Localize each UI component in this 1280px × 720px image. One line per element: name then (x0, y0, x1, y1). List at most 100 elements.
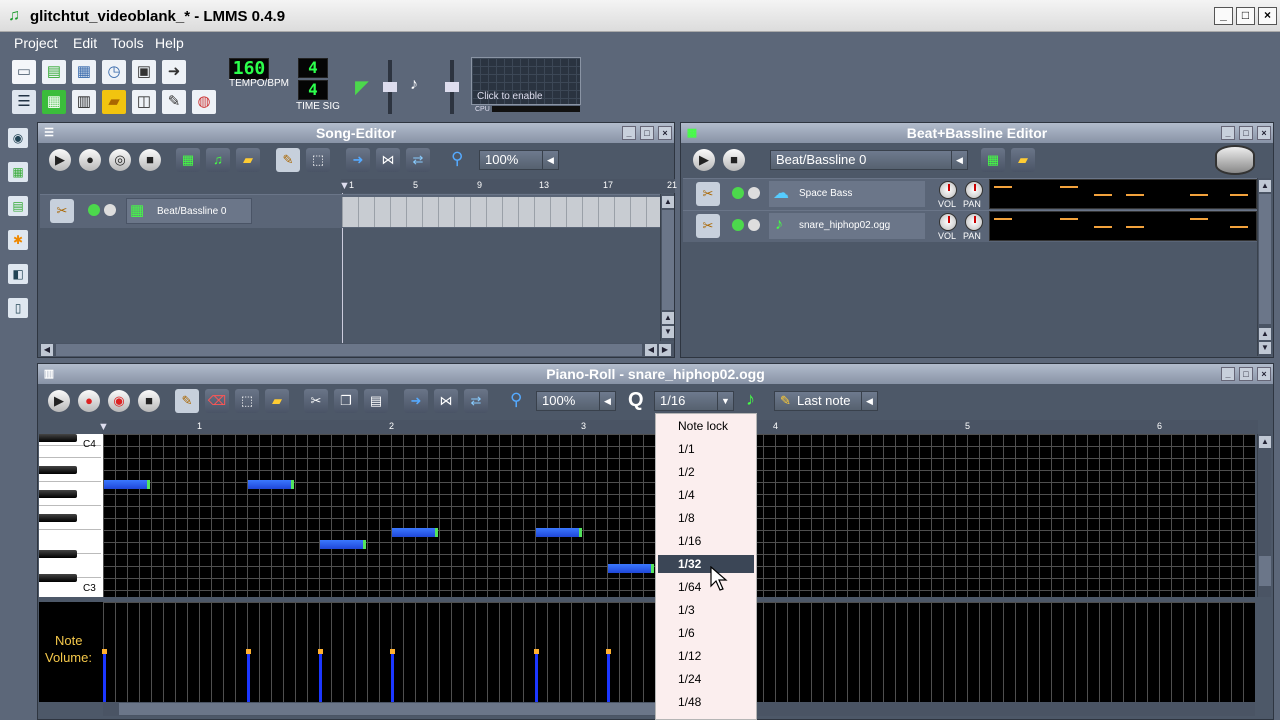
song-editor-maximize[interactable]: □ (640, 126, 654, 140)
bb-track1-pan-knob[interactable] (965, 181, 983, 199)
song-hscroll-handle[interactable] (56, 344, 642, 356)
song-stop-button[interactable]: ■ (139, 149, 161, 171)
playback-position-button[interactable]: ⇄ (406, 148, 430, 172)
bb-track1-sequence[interactable] (989, 179, 1257, 209)
bb-editor-minimize[interactable]: _ (1221, 126, 1235, 140)
song-editor-close[interactable]: × (658, 126, 672, 140)
note-block[interactable] (248, 480, 294, 489)
quantize-select[interactable]: 1/16 ▼ (654, 391, 734, 411)
menu-edit[interactable]: Edit (73, 35, 97, 51)
bb-track2-vol-knob[interactable] (939, 213, 957, 231)
pr-paste-button[interactable]: ▤ (364, 389, 388, 413)
master-volume-handle[interactable] (383, 82, 397, 92)
my-projects-icon[interactable]: ◉ (8, 128, 28, 148)
quantize-option-1-6[interactable]: 1/6 (678, 626, 695, 640)
pr-draw-mode-button[interactable]: ✎ (175, 389, 199, 413)
menu-help[interactable]: Help (155, 35, 184, 51)
piano-black-key[interactable] (39, 490, 77, 498)
note-block[interactable] (392, 528, 438, 537)
bb-editor-icon[interactable]: ▦ (42, 90, 66, 114)
edit-mode-button[interactable]: ⬚ (306, 148, 330, 172)
quantize-option-1-64[interactable]: 1/64 (678, 580, 701, 594)
song-play-button[interactable]: ▶ (49, 149, 71, 171)
quantize-option-1-8[interactable]: 1/8 (678, 511, 695, 525)
track-name-button[interactable]: ▦ Beat/Bassline 0 (126, 198, 252, 224)
loop-points-button[interactable]: ⋈ (376, 148, 400, 172)
tempo-display[interactable]: 160 (229, 58, 269, 80)
pr-auto-scroll-button[interactable]: ➜ (404, 389, 428, 413)
track-mute-toggle[interactable] (88, 204, 100, 216)
piano-roll-icon[interactable]: ▥ (72, 90, 96, 114)
bb-stop-button[interactable]: ■ (723, 149, 745, 171)
controller-rack-icon[interactable]: ◍ (192, 90, 216, 114)
track-actions-icon[interactable]: ✂ (50, 199, 74, 223)
automation-editor-icon[interactable]: ▰ (102, 90, 126, 114)
piano-black-key[interactable] (39, 434, 77, 442)
volume-bar[interactable] (390, 649, 395, 702)
song-editor-icon[interactable]: ☰ (12, 90, 36, 114)
bb-track2-step[interactable] (1094, 226, 1112, 228)
song-record-button[interactable]: ● (79, 149, 101, 171)
bb-track1-step[interactable] (1060, 186, 1078, 188)
timesig-denominator[interactable]: 4 (298, 80, 328, 100)
export-project-icon[interactable]: ➜ (162, 60, 186, 84)
timesig-numerator[interactable]: 4 (298, 58, 328, 78)
piano-black-key[interactable] (39, 574, 77, 582)
song-scroll-up-icon[interactable]: ▲ (662, 196, 674, 208)
add-sample-track-button[interactable]: ♫ (206, 148, 230, 172)
quantize-option-1-24[interactable]: 1/24 (678, 672, 701, 686)
bb-track1-actions-icon[interactable]: ✂ (696, 182, 720, 206)
open-project-icon[interactable]: ▦ (72, 60, 96, 84)
pr-loop-button[interactable]: ⋈ (434, 389, 458, 413)
pr-vertical-scrollbar[interactable]: ▲ (1257, 434, 1271, 597)
minimize-button[interactable]: _ (1214, 7, 1233, 25)
song-scroll-right-icon[interactable]: ◀ (645, 344, 657, 356)
song-horizontal-scrollbar[interactable]: ◀ ◀ ▶ (40, 343, 674, 357)
pr-copy-button[interactable]: ❐ (334, 389, 358, 413)
master-pitch-handle[interactable] (445, 82, 459, 92)
note-block[interactable] (320, 540, 366, 549)
quantize-option-1-1[interactable]: 1/1 (678, 442, 695, 456)
song-vertical-scrollbar[interactable]: ▲ ▲ ▼ (660, 194, 674, 341)
track-solo-toggle[interactable] (104, 204, 116, 216)
note-length-select[interactable]: ✎ Last note ◀ (774, 391, 878, 411)
bb-play-button[interactable]: ▶ (693, 149, 715, 171)
draw-mode-button[interactable]: ✎ (276, 148, 300, 172)
bb-track1-vol-knob[interactable] (939, 181, 957, 199)
bb-track2-mute[interactable] (732, 219, 744, 231)
pr-stop-button[interactable]: ■ (138, 390, 160, 412)
song-record-play-button[interactable]: ◎ (109, 149, 131, 171)
bb-track2-step[interactable] (1126, 226, 1144, 228)
quantize-option-1-3[interactable]: 1/3 (678, 603, 695, 617)
song-scroll-down-icon[interactable]: ▼ (662, 326, 674, 338)
bb-scroll-up-icon[interactable]: ▲ (1259, 180, 1271, 192)
bb-track1-mute[interactable] (732, 187, 744, 199)
pr-record-button[interactable]: ● (78, 390, 100, 412)
bb-track2-actions-icon[interactable]: ✂ (696, 214, 720, 238)
quantize-option-1-16[interactable]: 1/16 (678, 534, 701, 548)
bb-track1-step[interactable] (994, 186, 1012, 188)
close-button[interactable]: × (1258, 7, 1277, 25)
piano-black-key[interactable] (39, 466, 77, 474)
quantize-dropdown[interactable]: Note lock 1/1 1/2 1/4 1/8 1/16 1/32 1/64… (655, 413, 757, 720)
piano-roll-close[interactable]: × (1257, 367, 1271, 381)
quantize-option-note-lock[interactable]: Note lock (678, 419, 728, 433)
menu-project[interactable]: Project (14, 35, 58, 51)
root-directory-icon[interactable]: ◧ (8, 264, 28, 284)
my-home-icon[interactable]: ✱ (8, 230, 28, 250)
bb-vertical-scrollbar[interactable]: ▲ ▲ ▼ (1257, 178, 1271, 356)
volume-bar[interactable] (318, 649, 323, 702)
my-presets-icon[interactable]: ▤ (8, 196, 28, 216)
bb-pattern-select[interactable]: Beat/Bassline 0 ◀ (770, 150, 968, 170)
pr-scroll-up-icon[interactable]: ▲ (1259, 436, 1271, 448)
pr-position-button[interactable]: ⇄ (464, 389, 488, 413)
quantize-option-1-32[interactable]: 1/32 (678, 557, 701, 571)
volume-bar[interactable] (102, 649, 107, 702)
pr-hscroll-handle[interactable] (119, 703, 699, 715)
bb-add-pattern-button[interactable]: ▦ (981, 148, 1005, 172)
pr-record-play-button[interactable]: ◉ (108, 390, 130, 412)
bb-track2-sequence[interactable] (989, 211, 1257, 241)
quantize-option-1-12[interactable]: 1/12 (678, 649, 701, 663)
note-block[interactable] (536, 528, 582, 537)
bb-track1-step[interactable] (1190, 194, 1208, 196)
